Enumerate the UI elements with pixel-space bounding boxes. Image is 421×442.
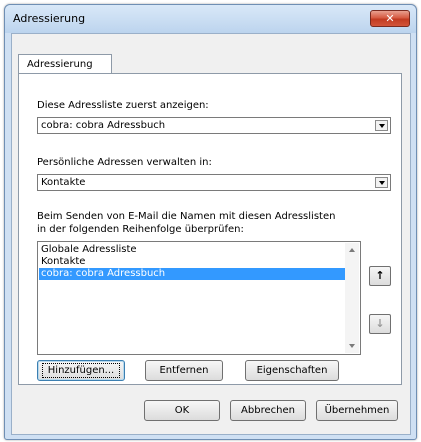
tab-label: Adressierung [27, 59, 93, 70]
first-list-label: Diese Adressliste zuerst anzeigen: [37, 100, 209, 111]
ok-button[interactable]: OK [144, 400, 220, 421]
arrow-up-icon: ↑ [375, 269, 385, 282]
apply-button[interactable]: Übernehmen [316, 400, 398, 421]
window-title: Adressierung [13, 12, 86, 25]
move-down-button[interactable]: ↓ [369, 314, 391, 334]
tab-panel: Diese Adressliste zuerst anzeigen: cobra… [18, 73, 402, 385]
listbox-scrollbar[interactable] [345, 243, 359, 353]
first-list-value: cobra: cobra Adressbuch [41, 120, 166, 131]
dialog-window: Adressierung ✕ Adressierung Diese Adress… [4, 4, 417, 440]
personal-addresses-value: Kontakte [41, 177, 86, 188]
close-button[interactable]: ✕ [370, 10, 410, 27]
personal-addresses-dropdown[interactable]: Kontakte [37, 174, 391, 191]
list-item-selected[interactable]: cobra: cobra Adressbuch [39, 268, 345, 280]
remove-button[interactable]: Entfernen [145, 360, 223, 381]
list-item[interactable]: Globale Adressliste [39, 244, 345, 256]
check-order-label-line1: Beim Senden von E-Mail die Namen mit die… [37, 211, 336, 222]
title-bar[interactable]: Adressierung ✕ [5, 5, 416, 33]
scroll-up-icon[interactable] [349, 248, 355, 252]
cancel-button[interactable]: Abbrechen [230, 400, 306, 421]
arrow-down-icon: ↓ [375, 317, 385, 330]
chevron-down-icon[interactable] [375, 120, 388, 131]
check-order-label-line2: in der folgenden Reihenfolge überprüfen: [37, 224, 244, 235]
personal-addresses-label: Persönliche Adressen verwalten in: [37, 157, 212, 168]
close-icon: ✕ [385, 12, 395, 25]
tab-adressierung[interactable]: Adressierung [18, 54, 112, 74]
first-list-dropdown[interactable]: cobra: cobra Adressbuch [37, 117, 391, 134]
address-lists-listbox[interactable]: Globale Adressliste Kontakte cobra: cobr… [37, 241, 361, 355]
scroll-down-icon[interactable] [349, 344, 355, 348]
properties-button[interactable]: Eigenschaften [245, 360, 339, 381]
add-button[interactable]: Hinzufügen... [37, 360, 125, 381]
dialog-client-area: Adressierung Diese Adressliste zuerst an… [11, 33, 411, 435]
list-item[interactable]: Kontakte [39, 256, 345, 268]
chevron-down-icon[interactable] [375, 177, 388, 188]
move-up-button[interactable]: ↑ [369, 266, 391, 286]
